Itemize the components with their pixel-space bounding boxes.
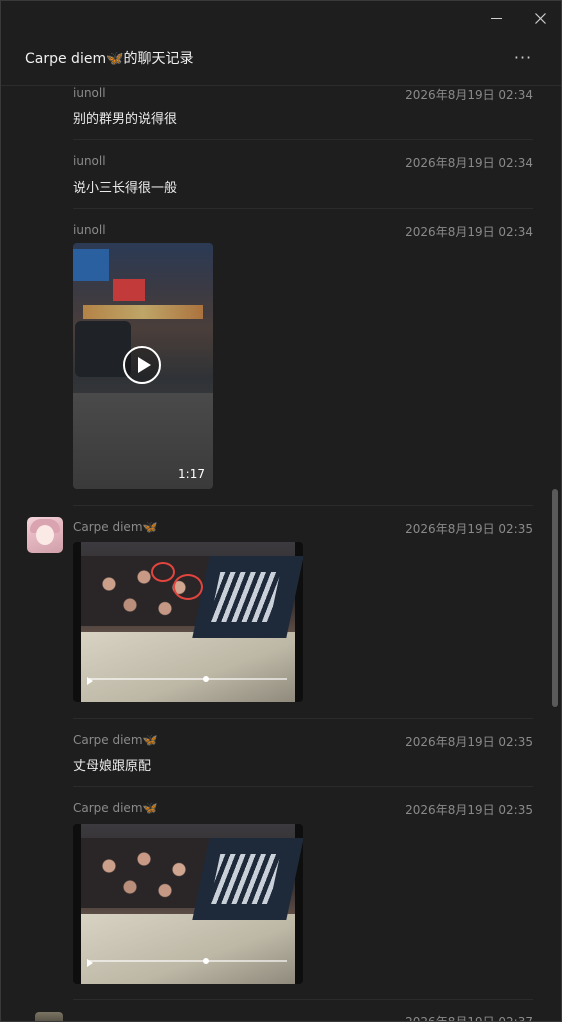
play-triangle: [137, 357, 151, 373]
video-thumbnail-image: [209, 572, 281, 622]
message-time: 2026年8月19日 02:37: [405, 1013, 533, 1021]
message-sender: iunoll: [73, 223, 106, 237]
video-progress-handle[interactable]: [203, 676, 209, 682]
message-text[interactable]: 别的群男的说得很: [73, 108, 177, 127]
video-thumbnail-image: [73, 249, 109, 281]
video-progress-bar[interactable]: [89, 960, 287, 962]
annotation-circle: [173, 574, 203, 600]
message-item: Carpe diem🦋 2026年8月19日 02:35 丈母娘跟原配: [1, 719, 561, 787]
chat-history-window: Carpe diem🦋的聊天记录 ··· iunoll 2026年8月19日 0…: [0, 0, 562, 1022]
message-separator: [73, 208, 533, 209]
minimize-button[interactable]: [481, 6, 511, 30]
video-thumbnail-image: [81, 632, 295, 702]
message-sender: iunoll: [73, 86, 106, 100]
message-sender: Carpe diem🦋: [73, 801, 158, 815]
video-thumbnail-image: [81, 914, 295, 984]
message-separator: [73, 139, 533, 140]
message-sender: Carpe diem🦋: [73, 733, 158, 747]
scrollbar[interactable]: [552, 489, 558, 707]
video-progress-handle[interactable]: [203, 958, 209, 964]
message-time: 2026年8月19日 02:35: [405, 735, 533, 749]
message-item: Carpe diem🦋 2026年8月19日 02:35: [1, 506, 561, 719]
message-item: iunoll 2026年8月19日 02:34 说小三长得很一般: [1, 148, 561, 217]
message-item: iunoll 2026年8月19日 02:34 1:17: [1, 217, 561, 506]
title-bar: [1, 1, 561, 35]
message-item: iunoll 2026年8月19日 02:34 别的群男的说得很: [1, 86, 561, 148]
avatar[interactable]: [35, 1012, 63, 1021]
message-sender: iunoll: [73, 154, 106, 168]
minimize-icon: [490, 17, 502, 19]
video-message-thumbnail[interactable]: [73, 824, 303, 984]
video-thumbnail-image: [209, 854, 281, 904]
message-list[interactable]: iunoll 2026年8月19日 02:34 别的群男的说得很 iunoll …: [1, 86, 561, 1021]
more-horizontal-icon: ···: [513, 47, 533, 67]
video-message-thumbnail[interactable]: [73, 542, 303, 702]
page-title: Carpe diem🦋的聊天记录: [25, 51, 194, 67]
message-text[interactable]: 说小三长得很一般: [73, 177, 177, 196]
more-options-button[interactable]: ···: [509, 47, 537, 67]
video-duration: 1:17: [178, 467, 205, 481]
message-time: 2026年8月19日 02:34: [405, 156, 533, 170]
chat-header: Carpe diem🦋的聊天记录 ···: [1, 35, 561, 86]
video-thumbnail-image: [113, 279, 145, 301]
close-icon: [534, 12, 546, 24]
message-time: 2026年8月19日 02:35: [405, 803, 533, 817]
avatar-image: [36, 525, 54, 545]
video-thumbnail-image: [192, 556, 303, 638]
video-message-thumbnail[interactable]: 1:17: [73, 243, 213, 489]
message-text[interactable]: 丈母娘跟原配: [73, 755, 151, 774]
annotation-circle: [151, 562, 175, 582]
message-time: 2026年8月19日 02:35: [405, 522, 533, 536]
message-item: 2026年8月19日 02:37: [1, 999, 561, 1021]
message-time: 2026年8月19日 02:34: [405, 225, 533, 239]
avatar[interactable]: [27, 517, 63, 553]
message-time: 2026年8月19日 02:34: [405, 88, 533, 102]
message-sender: Carpe diem🦋: [73, 520, 158, 534]
video-thumbnail-image: [83, 305, 203, 319]
message-item: Carpe diem🦋 2026年8月19日 02:35: [1, 787, 561, 1000]
video-thumbnail-image: [192, 838, 303, 920]
play-icon[interactable]: [123, 346, 161, 384]
close-button[interactable]: [525, 6, 555, 30]
video-progress-bar[interactable]: [89, 678, 287, 680]
